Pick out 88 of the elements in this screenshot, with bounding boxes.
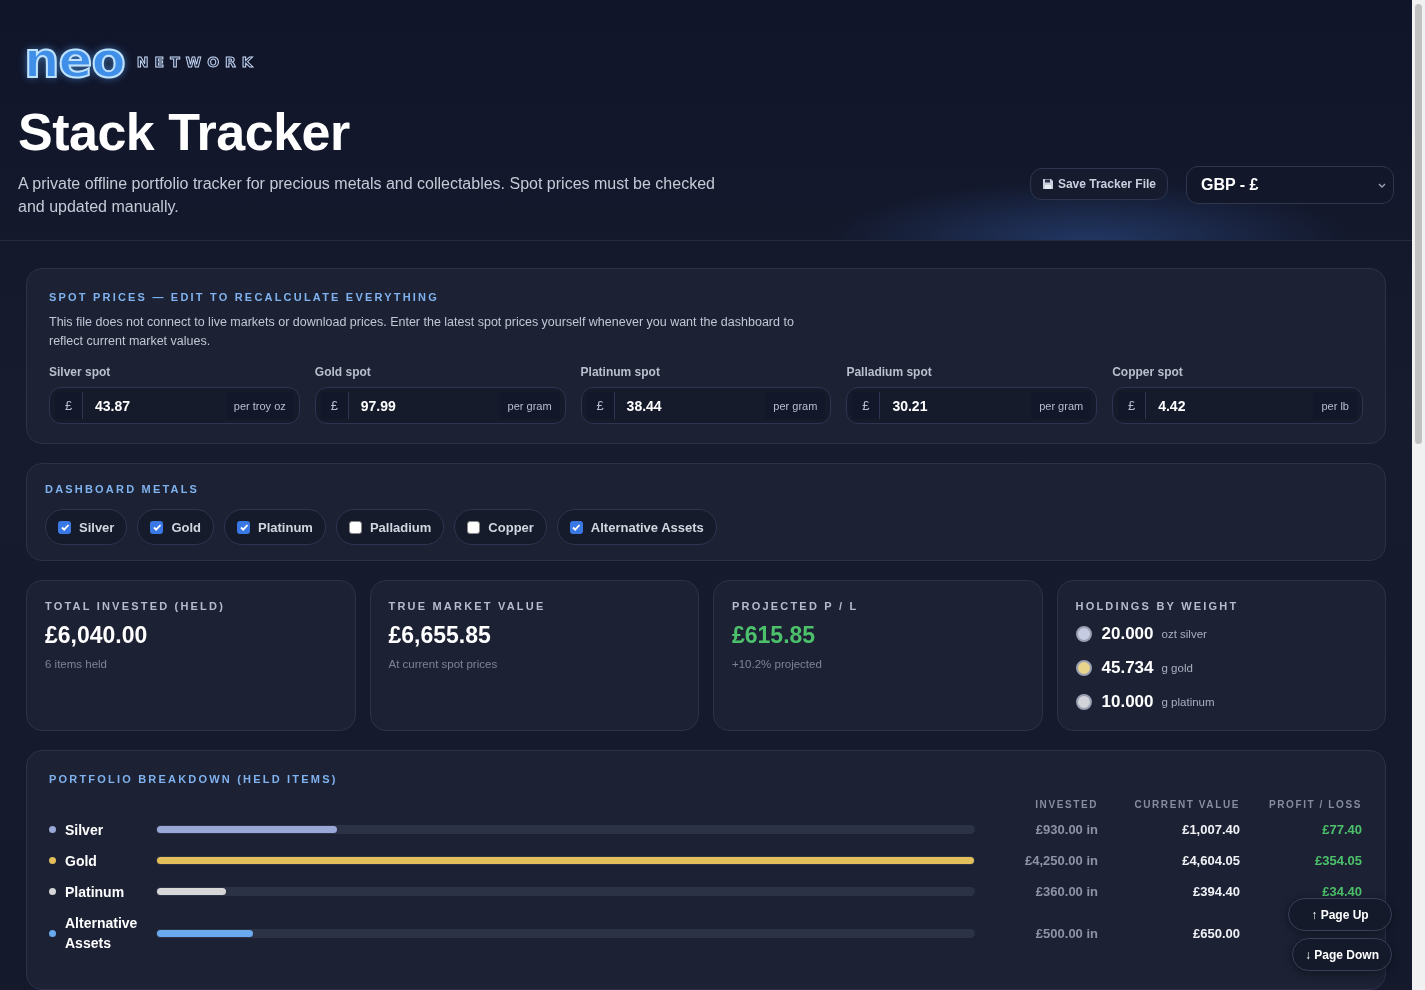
- price-field[interactable]: £ 38.44 per gram: [580, 387, 832, 424]
- profit-value: £34.40: [1321, 884, 1362, 899]
- field-label: Silver spot: [49, 365, 112, 379]
- invested-value: £930.00 in: [1034, 822, 1098, 837]
- metal-name: Alternative Assets: [65, 914, 139, 953]
- page-title: Stack Tracker: [18, 104, 351, 160]
- unit-label: per lb: [1313, 392, 1357, 419]
- scrollbar-thumb[interactable]: [1415, 4, 1422, 444]
- page-nav-button[interactable]: ↓ Page Down: [1292, 938, 1392, 971]
- current-value: £394.40: [1192, 884, 1240, 899]
- weight-unit: ozt silver: [1161, 627, 1207, 640]
- price-field[interactable]: £ 43.87 per troy oz: [49, 387, 300, 424]
- weight-amount: 10.000: [1101, 691, 1154, 712]
- currency-select[interactable]: GBP - £: [1186, 166, 1394, 204]
- weight-unit: g gold: [1161, 661, 1193, 674]
- info-text: This file does not connect to live markets or download prices. Enter the latest spot prices yourself whenever you want the dashboard to reflect current market values.: [49, 314, 795, 350]
- section-heading: SPOT PRICES — EDIT TO RECALCULATE EVERYTHING: [49, 291, 440, 303]
- logo-wordmark: NETWORK: [136, 53, 259, 70]
- field-label: Gold spot: [314, 365, 372, 379]
- invested-value: £4,250.00 in: [1024, 853, 1098, 868]
- unit-label: per gram: [1031, 392, 1092, 419]
- stat-note: +10.2% projected: [732, 658, 823, 670]
- checkmark-icon: [571, 522, 582, 532]
- checkbox[interactable]: [150, 520, 164, 534]
- subtitle: A private offline portfolio tracker for precious metals and collectables. Spot prices must be checked and updated manually.: [18, 174, 716, 217]
- price-field[interactable]: £ 97.99 per gram: [314, 387, 566, 424]
- checkmark-icon: [238, 522, 249, 532]
- current-value: £4,604.05: [1181, 853, 1240, 868]
- field-label: Copper spot: [1112, 365, 1184, 379]
- metal-toggle[interactable]: Silver: [45, 509, 128, 545]
- stat-value: £6,040.00: [45, 622, 149, 649]
- field-label: Palladium spot: [846, 365, 933, 379]
- section-heading: PORTFOLIO BREAKDOWN (HELD ITEMS): [49, 773, 339, 785]
- stat-title: PROJECTED P / L: [732, 600, 860, 612]
- stat-value: £615.85: [732, 622, 817, 649]
- metal-toggle[interactable]: Platinum: [224, 509, 326, 545]
- checkbox[interactable]: [58, 520, 71, 534]
- stat-title: TOTAL INVESTED (HELD): [45, 600, 227, 612]
- price-field[interactable]: £ 30.21 per gram: [846, 387, 1098, 424]
- metal-name: Platinum: [65, 882, 125, 902]
- price-value: 38.44: [625, 397, 663, 414]
- invested-value: £500.00 in: [1034, 925, 1098, 941]
- column-header: INVESTED: [1034, 798, 1098, 812]
- profit-value: £77.40: [1321, 822, 1362, 837]
- section-heading: DASHBOARD METALS: [45, 483, 201, 495]
- column-header: PROFIT / LOSS: [1267, 798, 1362, 812]
- checkbox[interactable]: [237, 520, 251, 534]
- metal-toggle[interactable]: Copper: [454, 509, 547, 545]
- metal-name: Gold: [65, 851, 97, 871]
- column-header: CURRENT VALUE: [1133, 798, 1240, 812]
- current-value: £1,007.40: [1181, 822, 1240, 837]
- weight-unit: g platinum: [1161, 695, 1215, 708]
- invested-value: £360.00 in: [1034, 884, 1098, 899]
- logo: neo: [24, 36, 125, 84]
- metal-name: Silver: [65, 820, 104, 840]
- price-value: 97.99: [359, 397, 397, 414]
- stat-note: 6 items held: [45, 658, 108, 670]
- checkmark-icon: [151, 522, 162, 532]
- stat-note: At current spot prices: [388, 658, 499, 670]
- checkbox[interactable]: [569, 520, 583, 534]
- price-value: 43.87: [94, 397, 132, 414]
- checkbox[interactable]: [348, 520, 362, 534]
- currency-prefix: £: [55, 392, 83, 419]
- currency-prefix: £: [1118, 392, 1147, 419]
- metal-toggle[interactable]: Alternative Assets: [556, 509, 717, 545]
- stat-value: £6,655.85: [388, 622, 492, 649]
- weight-amount: 45.734: [1101, 657, 1154, 678]
- save-button[interactable]: Save Tracker File: [1029, 168, 1168, 200]
- price-value: 4.42: [1157, 397, 1187, 414]
- currency-prefix: £: [852, 392, 881, 419]
- currency-prefix: £: [586, 392, 615, 419]
- checkmark-icon: [59, 522, 70, 532]
- stat-title: HOLDINGS BY WEIGHT: [1075, 600, 1240, 612]
- metal-toggle[interactable]: Gold: [137, 509, 215, 545]
- profit-value: £354.05: [1314, 853, 1362, 868]
- weight-amount: 20.000: [1101, 623, 1154, 644]
- price-field[interactable]: £ 4.42 per lb: [1112, 387, 1363, 424]
- price-value: 30.21: [891, 397, 929, 414]
- page-nav-button[interactable]: ↑ Page Up: [1288, 898, 1392, 931]
- metal-toggle[interactable]: Palladium: [335, 509, 445, 545]
- stat-title: TRUE MARKET VALUE: [388, 600, 547, 612]
- unit-label: per troy oz: [225, 392, 294, 419]
- currency-prefix: £: [320, 392, 349, 419]
- unit-label: per gram: [765, 392, 826, 419]
- checkbox[interactable]: [467, 520, 481, 534]
- field-label: Platinum spot: [580, 365, 661, 379]
- current-value: £650.00: [1192, 925, 1240, 941]
- unit-label: per gram: [499, 392, 560, 419]
